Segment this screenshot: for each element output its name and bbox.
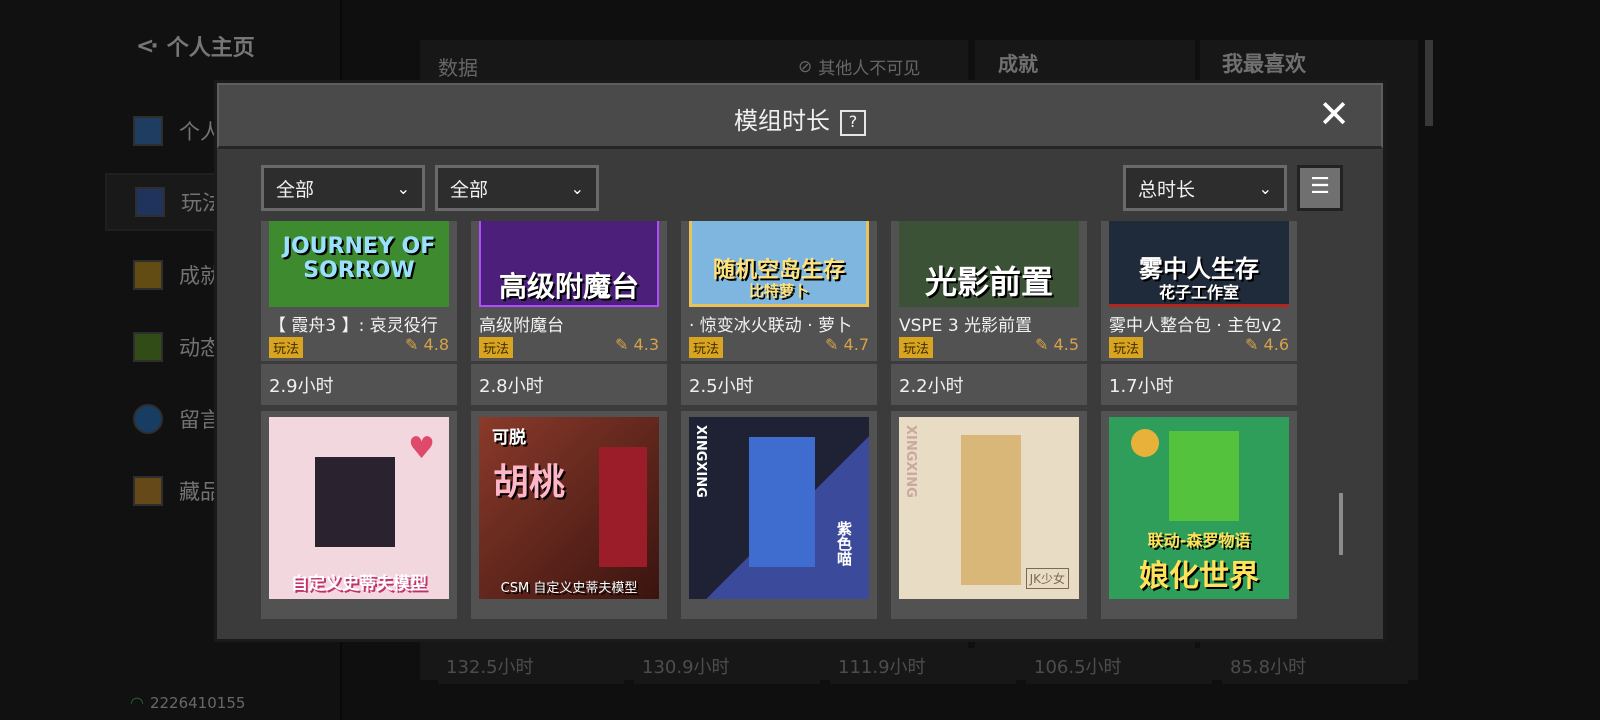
sort-dropdown[interactable]: 总时长 ⌄ — [1123, 165, 1287, 211]
play-hours: 2.8小时 — [471, 361, 667, 405]
mod-card[interactable]: 可脱 胡桃 CSM 自定义史蒂夫模型 — [471, 411, 667, 619]
grid-scrollbar[interactable] — [1339, 493, 1343, 555]
mod-thumbnail: 雾中人生存 花子工作室 — [1109, 221, 1289, 307]
mod-thumbnail: JOURNEY OF SORROW — [269, 221, 449, 307]
mod-card[interactable]: XINGXING JK少女 — [891, 411, 1087, 619]
play-hours: 2.5小时 — [681, 361, 877, 405]
pen-icon: ✎ — [1245, 335, 1259, 354]
mod-name: 雾中人整合包 · 主包v2 — [1109, 316, 1283, 336]
mod-name: VSPE 3 光影前置 — [899, 316, 1033, 336]
sort-order-button[interactable]: ☰ — [1297, 165, 1343, 211]
heart-icon: ♥ — [408, 431, 435, 466]
category-badge: 玩法 — [479, 337, 514, 358]
filter-dropdown-1[interactable]: 全部 ⌄ — [261, 165, 425, 211]
mod-playtime-dialog: 模组时长? ✕ 全部 ⌄ 全部 ⌄ 总时长 ⌄ ☰ JOURNEY OF SOR… — [214, 80, 1386, 642]
character-art — [599, 447, 647, 567]
category-badge: 玩法 — [899, 337, 934, 358]
mod-name: 【 霞舟3 】: 哀灵役行 — [269, 316, 438, 336]
chevron-down-icon: ⌄ — [396, 178, 410, 198]
mod-thumbnail: ♥ 自定义史蒂夫模型 — [269, 417, 449, 599]
mod-card[interactable]: 高级附魔台 高级附魔台 玩法 ✎ 4.3 2.8小时 — [471, 221, 667, 405]
filter-dropdown-2[interactable]: 全部 ⌄ — [435, 165, 599, 211]
pen-icon: ✎ — [405, 335, 419, 354]
mod-thumbnail: 联动-森罗物语 娘化世界 — [1109, 417, 1289, 599]
dialog-header: 模组时长? ✕ — [217, 83, 1383, 149]
mod-card[interactable]: 雾中人生存 花子工作室 雾中人整合包 · 主包v2 玩法 ✎ 4.6 1.7小时 — [1101, 221, 1297, 405]
category-badge: 玩法 — [689, 337, 724, 358]
pen-icon: ✎ — [1035, 335, 1049, 354]
chevron-down-icon: ⌄ — [1258, 178, 1272, 198]
rating: ✎ 4.5 — [1035, 335, 1079, 354]
mod-thumbnail: 可脱 胡桃 CSM 自定义史蒂夫模型 — [479, 417, 659, 599]
category-badge: 玩法 — [269, 337, 304, 358]
mod-card[interactable]: 联动-森罗物语 娘化世界 — [1101, 411, 1297, 619]
mod-name: · 惊变冰火联动 · 萝卜 — [689, 316, 853, 336]
mod-card[interactable]: 随机空岛生存 比特萝卜 · 惊变冰火联动 · 萝卜 玩法 ✎ 4.7 2.5小时 — [681, 221, 877, 405]
mod-card[interactable]: JOURNEY OF SORROW 【 霞舟3 】: 哀灵役行 玩法 ✎ 4.8… — [261, 221, 457, 405]
medal-icon — [1131, 429, 1159, 457]
play-hours: 2.9小时 — [261, 361, 457, 405]
pen-icon: ✎ — [615, 335, 629, 354]
character-art — [749, 437, 815, 567]
mod-card[interactable]: XINGXING 紫色喵 — [681, 411, 877, 619]
category-badge: 玩法 — [1109, 337, 1144, 358]
rating: ✎ 4.6 — [1245, 335, 1289, 354]
mod-thumbnail: 光影前置 — [899, 221, 1079, 307]
mod-name: 高级附魔台 — [479, 316, 564, 336]
close-button[interactable]: ✕ — [1317, 95, 1351, 133]
mod-thumbnail: XINGXING JK少女 — [899, 417, 1079, 599]
character-art — [961, 435, 1021, 585]
rating: ✎ 4.8 — [405, 335, 449, 354]
mod-thumbnail: 高级附魔台 — [479, 221, 659, 307]
rating: ✎ 4.7 — [825, 335, 869, 354]
mod-card[interactable]: 光影前置 VSPE 3 光影前置 玩法 ✎ 4.5 2.2小时 — [891, 221, 1087, 405]
chevron-down-icon: ⌄ — [570, 178, 584, 198]
character-art — [315, 457, 395, 547]
rating: ✎ 4.3 — [615, 335, 659, 354]
play-hours: 2.2小时 — [891, 361, 1087, 405]
help-icon[interactable]: ? — [840, 110, 866, 136]
mod-card[interactable]: ♥ 自定义史蒂夫模型 — [261, 411, 457, 619]
mod-thumbnail: XINGXING 紫色喵 — [689, 417, 869, 599]
mod-thumbnail: 随机空岛生存 比特萝卜 — [689, 221, 869, 307]
mod-grid[interactable]: JOURNEY OF SORROW 【 霞舟3 】: 哀灵役行 玩法 ✎ 4.8… — [261, 221, 1301, 619]
dialog-title: 模组时长? — [219, 101, 1381, 136]
character-art — [1169, 431, 1239, 521]
sort-icon: ☰ — [1310, 174, 1330, 199]
play-hours: 1.7小时 — [1101, 361, 1297, 405]
pen-icon: ✎ — [825, 335, 839, 354]
